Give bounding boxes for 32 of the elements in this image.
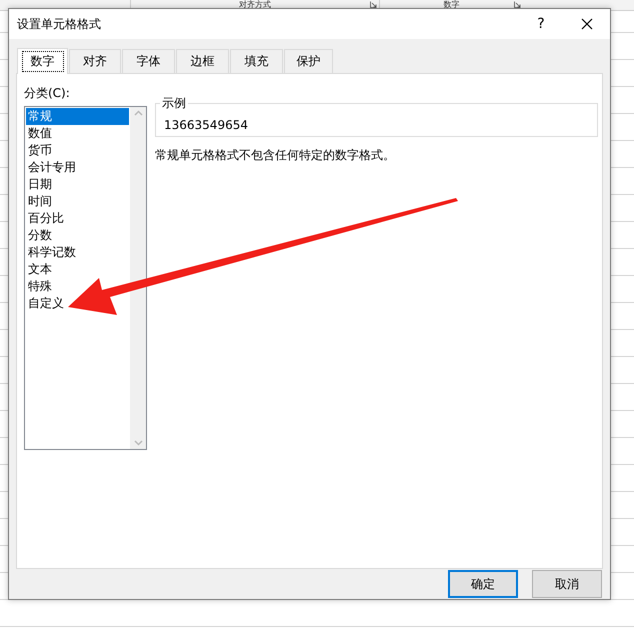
dialog-launcher-icon[interactable] xyxy=(514,1,521,8)
category-list[interactable]: 常规 数值 货币 会计专用 日期 时间 百分比 分数 科学记数 文本 特殊 自定义 xyxy=(24,106,147,450)
tab[interactable]: 数字 xyxy=(17,48,68,74)
list-item[interactable]: 特殊 xyxy=(26,278,52,295)
window-title: 设置单元格格式 xyxy=(17,16,102,32)
ribbon-group-label: 数字 xyxy=(444,0,460,10)
category-label: 分类(C): xyxy=(24,85,71,102)
ribbon-group-label: 对齐方式 xyxy=(239,0,271,10)
list-item[interactable]: 科学记数 xyxy=(26,244,76,261)
tab[interactable]: 边框 xyxy=(176,49,229,73)
tab[interactable]: 对齐 xyxy=(69,49,121,73)
dialog-launcher-icon[interactable] xyxy=(370,1,377,8)
list-item[interactable]: 常规 xyxy=(26,108,129,125)
description-text: 常规单元格格式不包含任何特定的数字格式。 xyxy=(155,147,396,164)
list-item[interactable]: 日期 xyxy=(26,176,52,193)
list-item[interactable]: 自定义 xyxy=(26,295,64,312)
sample-label: 示例 xyxy=(161,95,187,112)
list-item[interactable]: 货币 xyxy=(26,142,52,159)
tab[interactable]: 字体 xyxy=(122,49,175,73)
tab[interactable]: 填充 xyxy=(230,49,283,73)
list-item[interactable]: 会计专用 xyxy=(26,159,76,176)
list-item[interactable]: 数值 xyxy=(26,125,52,142)
list-item[interactable]: 分数 xyxy=(26,227,52,244)
cancel-button[interactable]: 取消 xyxy=(532,570,602,598)
list-item[interactable]: 时间 xyxy=(26,193,52,210)
ok-button[interactable]: 确定 xyxy=(448,570,518,598)
list-item[interactable]: 文本 xyxy=(26,261,52,278)
close-icon xyxy=(581,18,593,30)
list-item[interactable]: 百分比 xyxy=(26,210,64,227)
tab[interactable]: 保护 xyxy=(284,49,333,73)
help-button[interactable]: ? xyxy=(518,16,564,32)
sample-value: 13663549654 xyxy=(164,118,249,132)
